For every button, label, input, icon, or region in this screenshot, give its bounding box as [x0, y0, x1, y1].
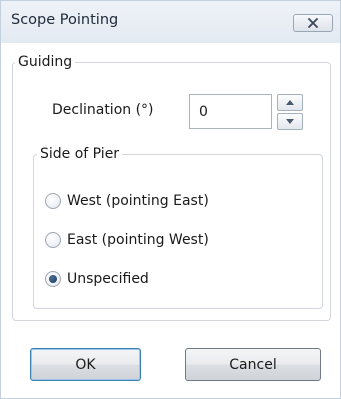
radio-button-selected[interactable]	[45, 271, 61, 287]
dialog-body: Guiding Declination (°) Side of Pier Wes…	[1, 43, 340, 398]
ok-button[interactable]: OK	[30, 348, 141, 381]
close-x-icon	[308, 18, 318, 28]
spin-up-button[interactable]	[277, 94, 303, 111]
triangle-down-icon	[286, 119, 294, 124]
radio-east-pointing-west[interactable]: East (pointing West)	[45, 229, 209, 251]
radio-label: East (pointing West)	[67, 232, 209, 248]
cancel-button[interactable]: Cancel	[185, 348, 321, 381]
declination-label: Declination (°)	[52, 102, 154, 118]
title-bar[interactable]: Scope Pointing	[1, 1, 340, 43]
scope-pointing-dialog: Scope Pointing Guiding Declination (°) 0…	[0, 0, 341, 399]
radio-button[interactable]	[45, 232, 61, 248]
radio-label: Unspecified	[67, 271, 149, 287]
declination-spinner	[277, 94, 303, 130]
radio-unspecified[interactable]: Unspecified	[45, 268, 149, 290]
radio-west-pointing-east[interactable]: West (pointing East)	[45, 190, 209, 212]
spin-down-button[interactable]	[277, 113, 303, 130]
triangle-up-icon	[286, 100, 294, 105]
close-button[interactable]	[293, 14, 333, 32]
guiding-legend: Guiding	[18, 54, 73, 70]
radio-button[interactable]	[45, 193, 61, 209]
radio-label: West (pointing East)	[67, 193, 209, 209]
declination-input[interactable]	[189, 94, 272, 129]
window-title: Scope Pointing	[11, 12, 119, 28]
side-of-pier-legend: Side of Pier	[40, 146, 120, 162]
